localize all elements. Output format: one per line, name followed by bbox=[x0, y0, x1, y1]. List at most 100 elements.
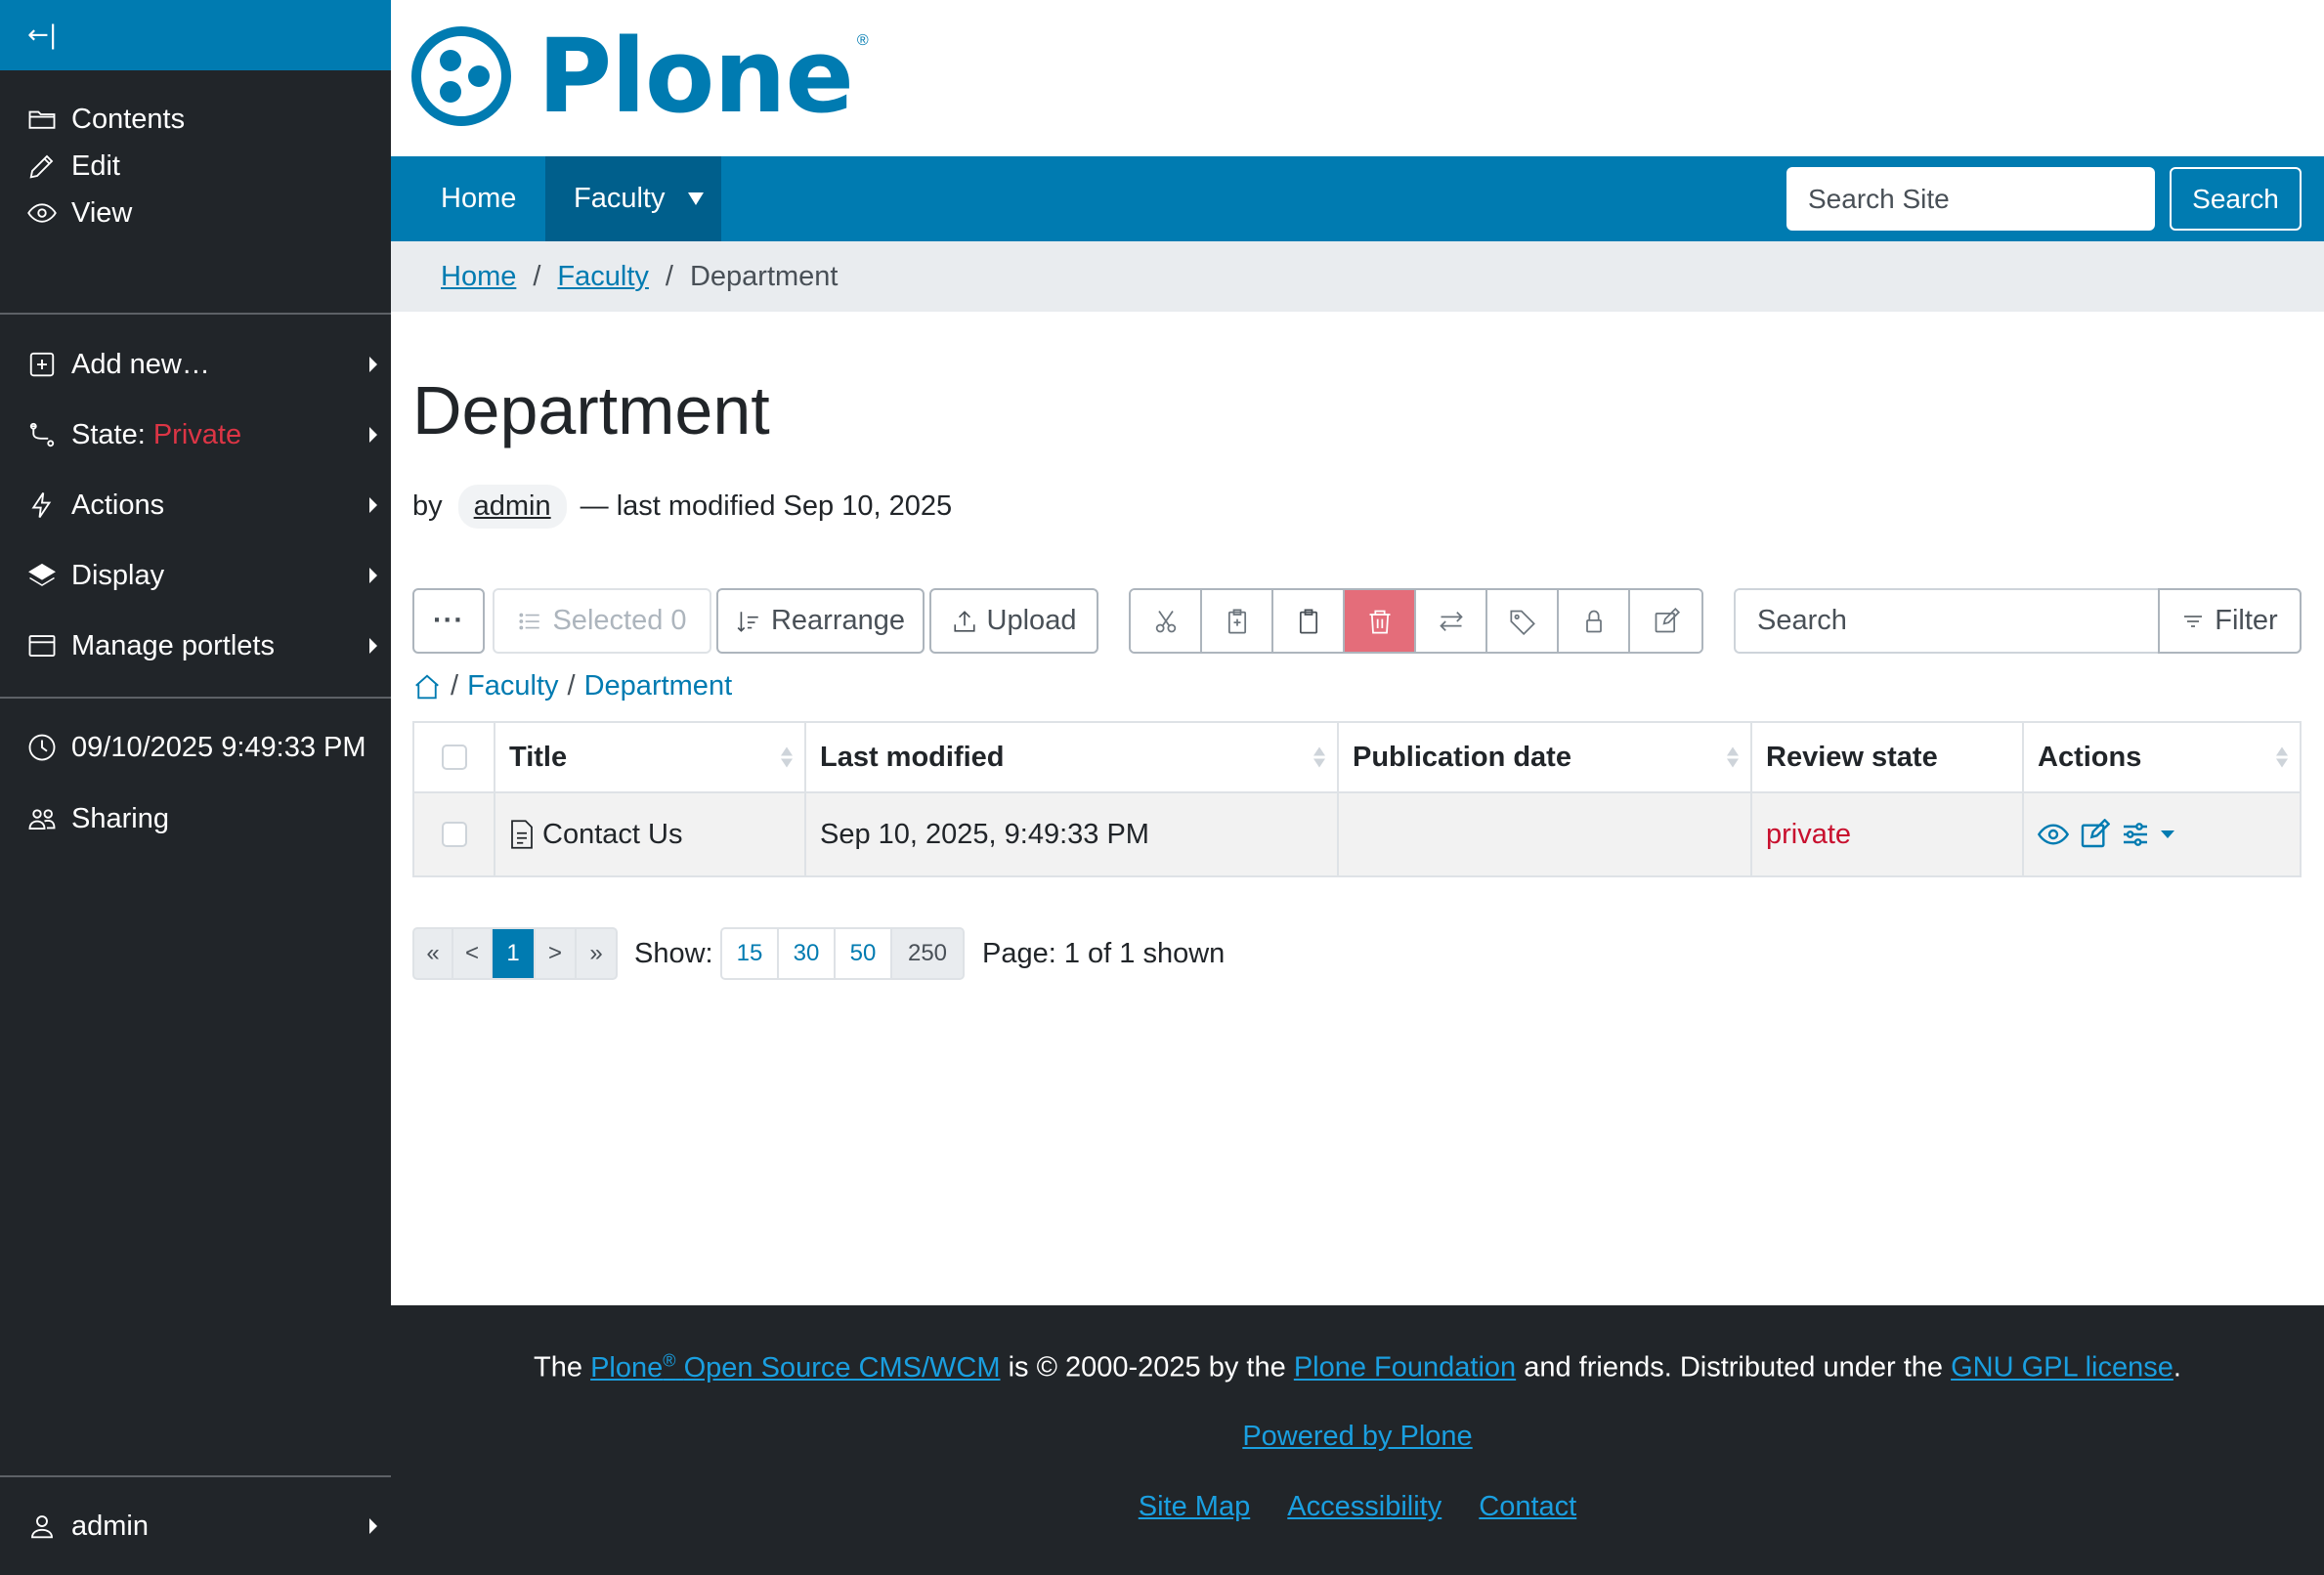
tags-button[interactable] bbox=[1487, 590, 1559, 652]
folder-search-input[interactable] bbox=[1734, 588, 2160, 654]
footer-accessibility-link[interactable]: Accessibility bbox=[1287, 1491, 1442, 1522]
column-header-last-modified[interactable]: Last modified bbox=[804, 721, 1339, 793]
toolbar-actions[interactable]: Actions bbox=[0, 476, 391, 534]
edit-icon[interactable] bbox=[2079, 819, 2110, 850]
rearrange-button[interactable]: Rearrange bbox=[716, 588, 925, 654]
column-header-publication-date[interactable]: Publication date bbox=[1337, 721, 1752, 793]
path-department[interactable]: Department bbox=[584, 670, 733, 702]
lock-icon bbox=[1585, 610, 1602, 632]
toolbar-display[interactable]: Display bbox=[0, 546, 391, 605]
breadcrumb-home[interactable]: Home bbox=[441, 261, 516, 293]
page-size-15[interactable]: 15 bbox=[722, 929, 779, 978]
upload-button[interactable]: Upload bbox=[929, 588, 1098, 654]
toolbar-manage-portlets[interactable]: Manage portlets bbox=[0, 617, 391, 675]
breadcrumb-separator: / bbox=[665, 260, 673, 292]
site-header: Plone ® bbox=[391, 0, 2324, 156]
footer-contact-link[interactable]: Contact bbox=[1479, 1491, 1576, 1522]
row-title-cell: Contact Us bbox=[494, 791, 806, 877]
toolbar-user-label: admin bbox=[71, 1510, 149, 1542]
author-link[interactable]: admin bbox=[457, 485, 567, 529]
more-options-button[interactable]: ··· bbox=[412, 588, 485, 654]
nav-home-label: Home bbox=[441, 183, 517, 214]
workflow-button[interactable] bbox=[1559, 590, 1630, 652]
clock-icon bbox=[28, 734, 56, 761]
footer-sitemap-link[interactable]: Site Map bbox=[1139, 1491, 1250, 1522]
state-value: Private bbox=[152, 418, 242, 450]
cut-button[interactable] bbox=[1131, 590, 1202, 652]
scissors-icon bbox=[1155, 610, 1176, 632]
toolbar-display-label: Display bbox=[71, 559, 165, 591]
page-last[interactable]: » bbox=[577, 929, 616, 978]
toolbar-add-new[interactable]: Add new… bbox=[0, 335, 391, 394]
column-state-label: Review state bbox=[1766, 741, 1938, 773]
select-all-checkbox[interactable] bbox=[441, 745, 467, 770]
site-search-button[interactable]: Search bbox=[2170, 167, 2302, 231]
byline-by: by bbox=[412, 490, 443, 522]
filter-icon bbox=[2184, 615, 2203, 627]
breadcrumb-separator: / bbox=[533, 260, 541, 292]
column-title-label: Title bbox=[509, 741, 568, 773]
toolbar-collapse-button[interactable]: ←| bbox=[0, 0, 391, 70]
footer-plone-link[interactable]: Plone® Open Source CMS/WCM bbox=[590, 1350, 1000, 1383]
page-size-250[interactable]: 250 bbox=[892, 929, 963, 978]
footer-reg-mark: ® bbox=[663, 1350, 676, 1370]
footer-gpl-link[interactable]: GNU GPL license bbox=[1951, 1352, 2173, 1383]
selected-items-button[interactable]: Selected 0 bbox=[493, 588, 711, 654]
folder-path: / Faculty / Department bbox=[412, 670, 732, 702]
submenu-arrow-icon bbox=[369, 638, 377, 654]
page-first[interactable]: « bbox=[414, 929, 453, 978]
toolbar-sharing[interactable]: Sharing bbox=[0, 789, 391, 848]
nav-item-home[interactable]: Home bbox=[391, 156, 516, 241]
site-search-input[interactable] bbox=[1786, 167, 2155, 231]
footer-foundation-link[interactable]: Plone Foundation bbox=[1294, 1352, 1516, 1383]
eye-icon[interactable] bbox=[2038, 819, 2069, 850]
clipboard-plus-icon bbox=[1227, 608, 1246, 634]
upload-label: Upload bbox=[986, 605, 1077, 636]
plone-logo[interactable]: Plone ® bbox=[410, 25, 869, 127]
document-icon bbox=[511, 820, 533, 849]
page-info: Page: 1 of 1 shown bbox=[982, 937, 1226, 969]
delete-button[interactable] bbox=[1345, 590, 1416, 652]
trash-icon bbox=[1369, 610, 1390, 634]
paste-button[interactable] bbox=[1273, 590, 1345, 652]
toolbar-user[interactable]: admin bbox=[0, 1497, 391, 1555]
submenu-arrow-icon bbox=[369, 427, 377, 443]
page-size-50[interactable]: 50 bbox=[836, 929, 892, 978]
filter-button[interactable]: Filter bbox=[2158, 588, 2302, 654]
toolbar-state[interactable]: State: Private bbox=[0, 405, 391, 464]
toolbar-history[interactable]: 09/10/2025 9:49:33 PM bbox=[0, 718, 391, 777]
selected-label: Selected 0 bbox=[552, 605, 687, 636]
more-icon: ··· bbox=[433, 605, 464, 636]
byline-modified: — last modified Sep 10, 2025 bbox=[580, 490, 953, 522]
powered-by-link[interactable]: Powered by Plone bbox=[1242, 1421, 1472, 1452]
plus-square-icon bbox=[29, 352, 55, 377]
row-checkbox[interactable] bbox=[441, 822, 467, 847]
table-row[interactable]: Contact Us Sep 10, 2025, 9:49:33 PM priv… bbox=[412, 791, 2302, 877]
rearrange-label: Rearrange bbox=[770, 605, 906, 636]
page-prev[interactable]: < bbox=[453, 929, 493, 978]
properties-button[interactable] bbox=[1630, 590, 1701, 652]
sliders-icon[interactable] bbox=[2120, 819, 2151, 850]
copy-button[interactable] bbox=[1202, 590, 1273, 652]
submenu-arrow-icon bbox=[369, 357, 377, 372]
page-size-30[interactable]: 30 bbox=[779, 929, 836, 978]
page-current[interactable]: 1 bbox=[493, 929, 536, 978]
toolbar-history-label: 09/10/2025 9:49:33 PM bbox=[71, 731, 366, 763]
home-icon[interactable] bbox=[412, 672, 442, 702]
sort-icon bbox=[1727, 745, 1739, 771]
column-header-actions[interactable]: Actions bbox=[2022, 721, 2302, 793]
toolbar-view[interactable]: View bbox=[0, 184, 391, 242]
caret-down-icon[interactable] bbox=[2161, 830, 2174, 838]
page-next[interactable]: > bbox=[536, 929, 577, 978]
path-faculty[interactable]: Faculty bbox=[467, 670, 558, 702]
column-header-title[interactable]: Title bbox=[494, 721, 806, 793]
rename-button[interactable] bbox=[1416, 590, 1487, 652]
item-actions-group bbox=[1129, 588, 1703, 654]
plone-logo-text: Plone bbox=[538, 17, 854, 136]
column-header-review-state[interactable]: Review state bbox=[1750, 721, 2024, 793]
row-title-link[interactable]: Contact Us bbox=[542, 819, 682, 851]
breadcrumb-faculty[interactable]: Faculty bbox=[557, 261, 648, 293]
breadcrumb: Home / Faculty / Department bbox=[391, 241, 2324, 312]
toolbar-divider bbox=[0, 1475, 391, 1477]
nav-item-faculty[interactable]: Faculty bbox=[545, 156, 721, 241]
